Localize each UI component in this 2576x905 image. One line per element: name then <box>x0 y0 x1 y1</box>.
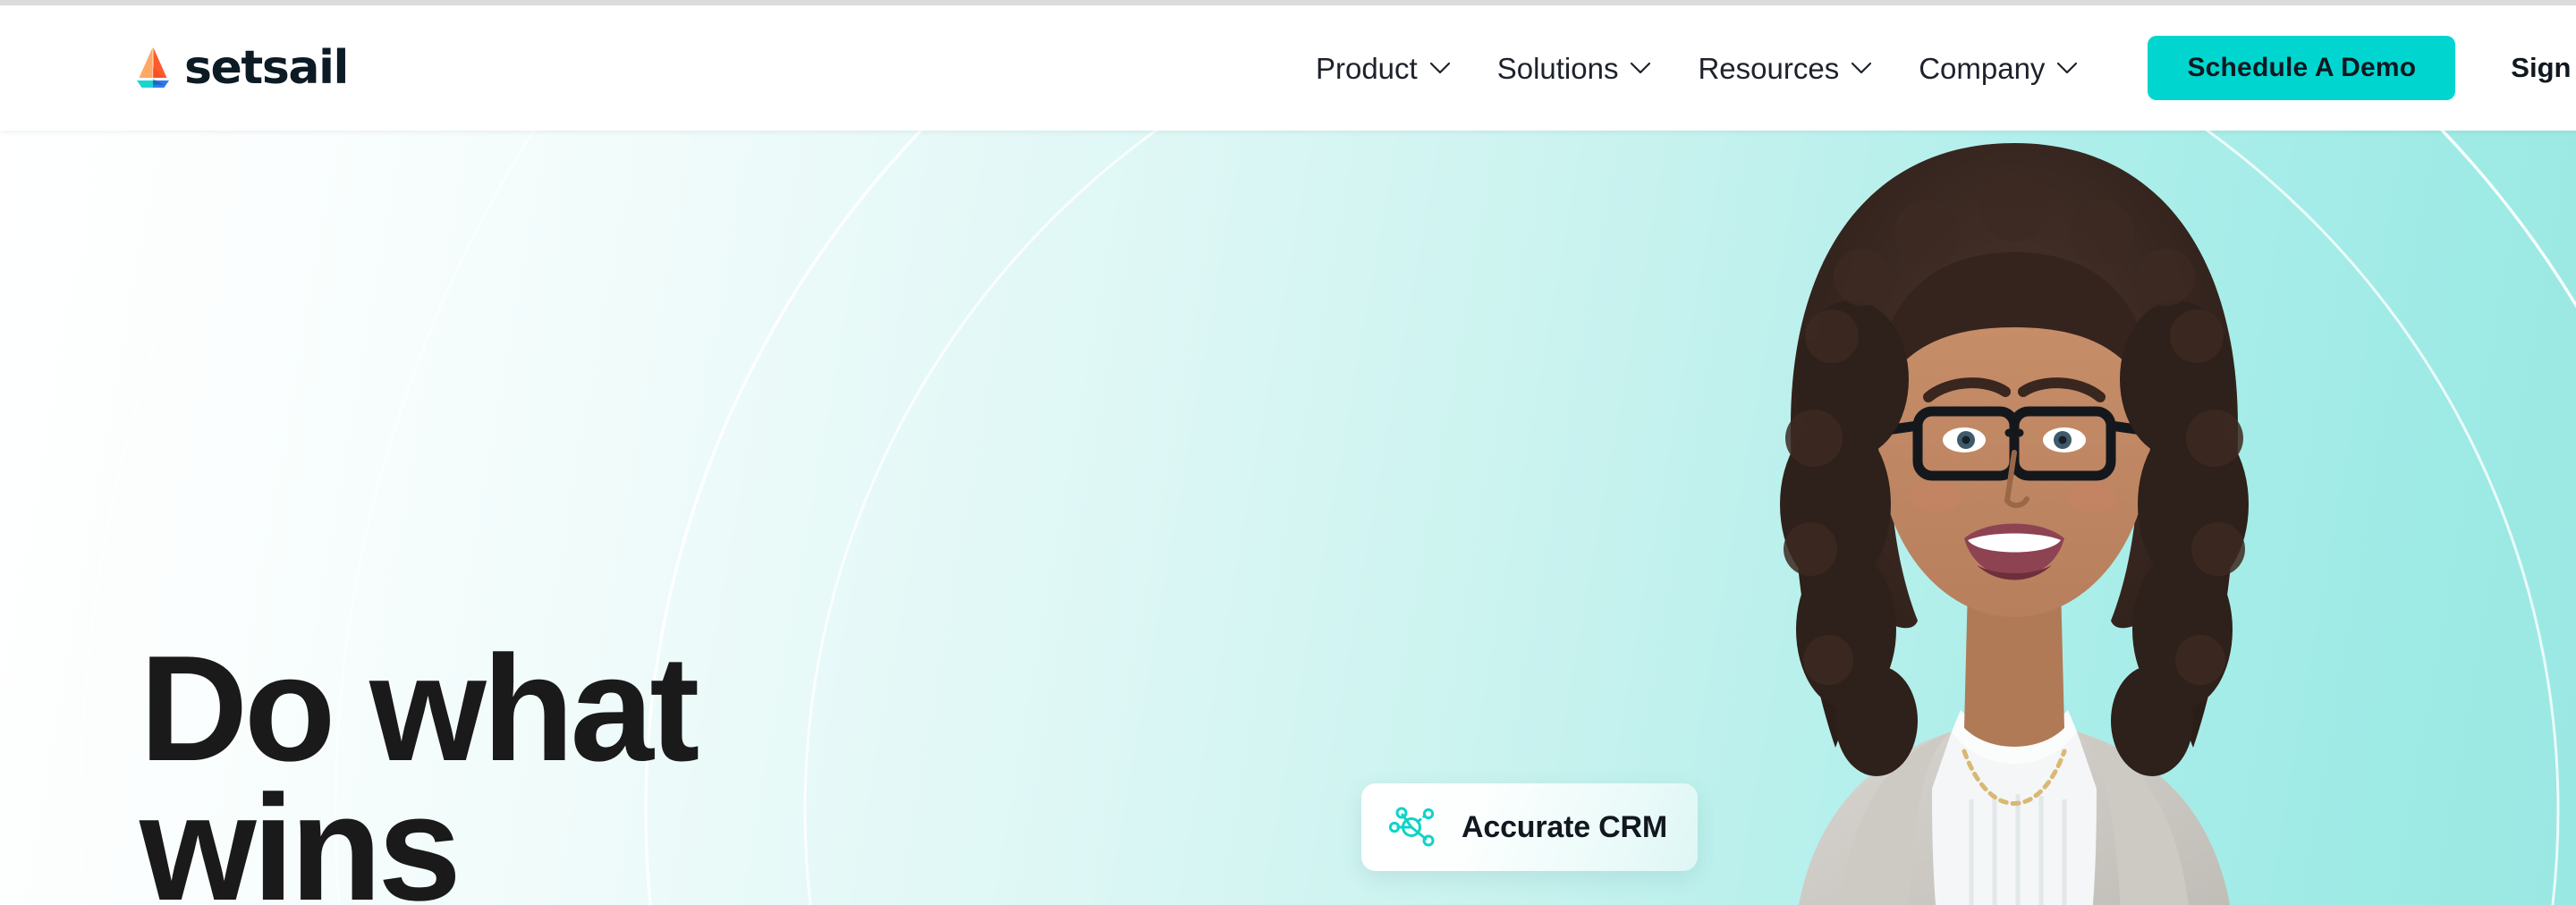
sailboat-icon <box>137 47 169 88</box>
nav-item-solutions-label: Solutions <box>1496 51 1619 85</box>
chevron-down-icon <box>2057 62 2078 74</box>
hero-headline: Do what wins <box>140 624 699 905</box>
nav-item-resources[interactable]: Resources <box>1698 54 1872 83</box>
nav-item-product[interactable]: Product <box>1316 54 1451 83</box>
accurate-crm-badge: Accurate CRM <box>1361 783 1698 871</box>
site-header: setsail Product Solutions Resources Comp… <box>0 5 2576 131</box>
nav-item-resources-label: Resources <box>1698 51 1840 85</box>
nav-item-product-label: Product <box>1315 51 1418 85</box>
accurate-crm-label: Accurate CRM <box>1462 809 1667 844</box>
nav-item-solutions[interactable]: Solutions <box>1497 54 1652 83</box>
header-actions: Schedule A Demo Sign In <box>2148 36 2576 100</box>
nav-item-company[interactable]: Company <box>1919 54 2078 83</box>
brand-wordmark: setsail <box>184 41 349 95</box>
hero-section: Do what wins Accurate CRM <box>0 131 2576 905</box>
schedule-demo-button[interactable]: Schedule A Demo <box>2148 36 2456 100</box>
chevron-down-icon <box>1852 62 1872 74</box>
brand-logo-link[interactable]: setsail <box>134 41 349 95</box>
chevron-down-icon <box>1429 62 1450 74</box>
primary-navigation: Product Solutions Resources Company <box>1316 54 2078 83</box>
network-hub-icon <box>1388 807 1435 847</box>
nav-item-company-label: Company <box>1919 51 2046 85</box>
sign-in-button[interactable]: Sign In <box>2511 52 2576 84</box>
chevron-down-icon <box>1631 62 1651 74</box>
hero-portrait-photo <box>1780 143 2249 905</box>
